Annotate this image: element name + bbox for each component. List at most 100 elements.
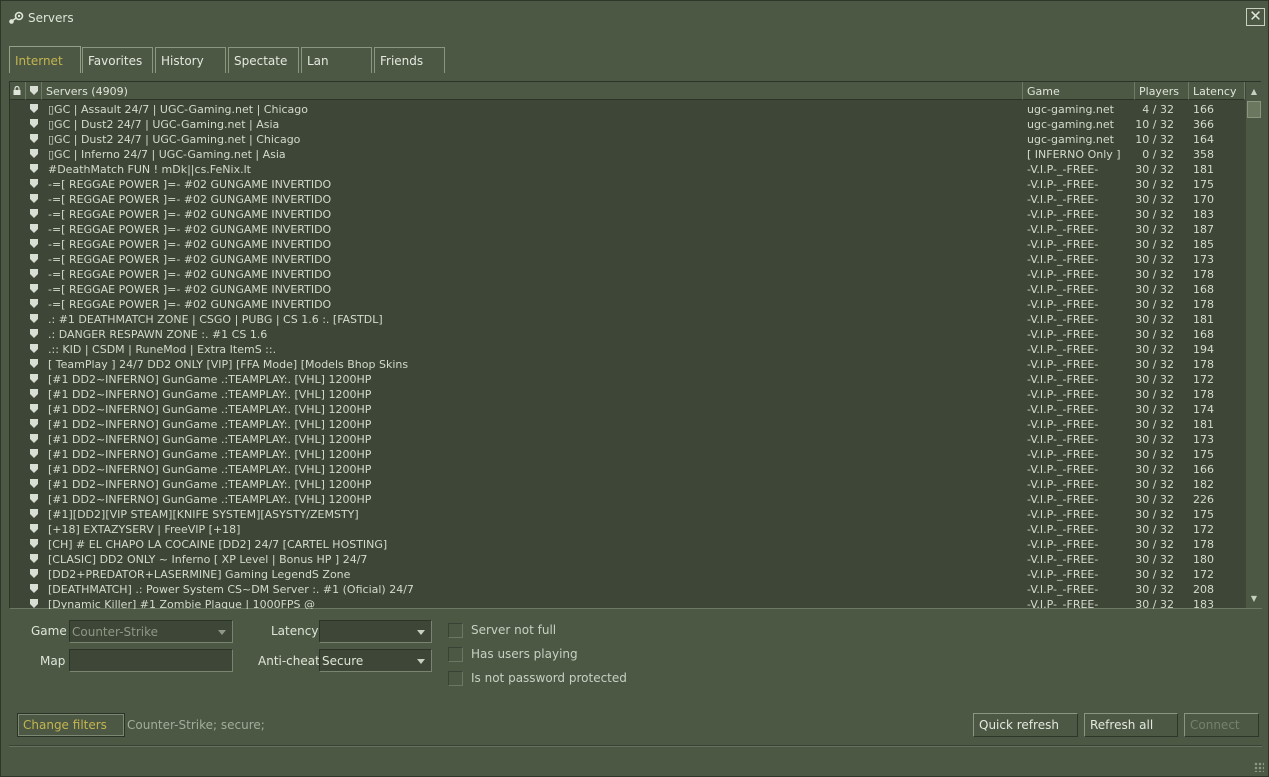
table-row[interactable]: .:: KID | CSDM | RuneMod | Extra ItemS :… — [10, 342, 1245, 357]
shield-icon — [30, 104, 38, 113]
server-name-cell: [CH] # EL CHAPO LA COCAINE [DD2] 24/7 [C… — [48, 538, 388, 551]
scroll-thumb[interactable] — [1247, 101, 1261, 118]
change-filters-button[interactable]: Change filters — [17, 713, 125, 737]
server-name-cell: [DD2+PREDATOR+LASERMINE] Gaming LegendS … — [48, 568, 351, 581]
column-latency[interactable]: Latency — [1189, 82, 1245, 100]
table-row[interactable]: -=[ REGGAE POWER ]=- #02 GUNGAME INVERTI… — [10, 222, 1245, 237]
table-row[interactable]: [#1 DD2~INFERNO] GunGame .:TEAMPLAY:. [V… — [10, 402, 1245, 417]
server-name-cell: -=[ REGGAE POWER ]=- #02 GUNGAME INVERTI… — [48, 208, 332, 221]
game-cell: -V.I.P-_-FREE- — [1027, 283, 1099, 296]
column-password[interactable] — [10, 82, 26, 100]
table-row[interactable]: [#1 DD2~INFERNO] GunGame .:TEAMPLAY:. [V… — [10, 492, 1245, 507]
server-not-full-checkbox[interactable] — [448, 623, 463, 638]
not-password-protected-checkbox[interactable] — [448, 671, 463, 686]
table-row[interactable]: ▯GC | Inferno 24/7 | UGC-Gaming.net | As… — [10, 147, 1245, 162]
latency-cell: 182 — [1193, 478, 1214, 491]
connect-button[interactable]: Connect — [1184, 713, 1259, 737]
table-row[interactable]: [ TeamPlay ] 24/7 DD2 ONLY [VIP] [FFA Mo… — [10, 357, 1245, 372]
table-row[interactable]: -=[ REGGAE POWER ]=- #02 GUNGAME INVERTI… — [10, 192, 1245, 207]
tab-history[interactable]: History — [155, 47, 226, 73]
chevron-down-icon — [417, 659, 425, 664]
scroll-down-arrow-icon[interactable]: ▼ — [1246, 590, 1262, 607]
game-cell: -V.I.P-_-FREE- — [1027, 298, 1099, 311]
chevron-down-icon — [417, 630, 425, 635]
table-row[interactable]: [#1 DD2~INFERNO] GunGame .:TEAMPLAY:. [V… — [10, 432, 1245, 447]
table-row[interactable]: [Dynamic Killer] #1 Zombie Plague | 1000… — [10, 597, 1245, 609]
table-row[interactable]: -=[ REGGAE POWER ]=- #02 GUNGAME INVERTI… — [10, 207, 1245, 222]
server-name-cell: -=[ REGGAE POWER ]=- #02 GUNGAME INVERTI… — [48, 223, 332, 236]
tab-lan[interactable]: Lan — [301, 47, 372, 73]
table-row[interactable]: -=[ REGGAE POWER ]=- #02 GUNGAME INVERTI… — [10, 267, 1245, 282]
latency-cell: 168 — [1193, 283, 1214, 296]
column-players[interactable]: Players — [1135, 82, 1189, 100]
refresh-all-button[interactable]: Refresh all — [1084, 713, 1178, 737]
column-secure[interactable] — [26, 82, 42, 100]
table-row[interactable]: .: #1 DEATHMATCH ZONE | CSGO | PUBG | CS… — [10, 312, 1245, 327]
table-row[interactable]: -=[ REGGAE POWER ]=- #02 GUNGAME INVERTI… — [10, 237, 1245, 252]
table-row[interactable]: [#1 DD2~INFERNO] GunGame .:TEAMPLAY:. [V… — [10, 447, 1245, 462]
map-filter-input[interactable] — [69, 649, 233, 672]
table-row[interactable]: [CLASIC] DD2 ONLY ~ Inferno [ XP Level |… — [10, 552, 1245, 567]
players-cell: 30 / 32 — [1135, 358, 1174, 371]
secure-shield-icon — [30, 598, 40, 609]
column-game[interactable]: Game — [1023, 82, 1135, 100]
latency-cell: 178 — [1193, 538, 1214, 551]
shield-icon — [30, 494, 38, 503]
table-row[interactable]: ▯GC | Dust2 24/7 | UGC-Gaming.net | Asia… — [10, 117, 1245, 132]
table-row[interactable]: -=[ REGGAE POWER ]=- #02 GUNGAME INVERTI… — [10, 297, 1245, 312]
game-cell: -V.I.P-_-FREE- — [1027, 313, 1099, 326]
quick-refresh-button[interactable]: Quick refresh — [973, 713, 1078, 737]
shield-icon — [30, 599, 38, 608]
table-row[interactable]: ▯GC | Assault 24/7 | UGC-Gaming.net | Ch… — [10, 102, 1245, 117]
has-users-playing-checkbox[interactable] — [448, 647, 463, 662]
resize-grip-icon[interactable] — [1254, 762, 1264, 772]
shield-icon — [30, 434, 38, 443]
secure-shield-icon — [30, 418, 40, 431]
tab-spectate[interactable]: Spectate — [228, 47, 299, 73]
players-cell: 30 / 32 — [1135, 583, 1174, 596]
table-row[interactable]: [DD2+PREDATOR+LASERMINE] Gaming LegendS … — [10, 567, 1245, 582]
table-row[interactable]: [#1 DD2~INFERNO] GunGame .:TEAMPLAY:. [V… — [10, 462, 1245, 477]
column-servers[interactable]: Servers (4909) — [42, 82, 1023, 100]
players-cell: 30 / 32 — [1135, 298, 1174, 311]
server-name-cell: [DEATHMATCH] .: Power System CS~DM Serve… — [48, 583, 414, 596]
anticheat-filter-select[interactable]: Secure — [319, 649, 432, 672]
game-cell: -V.I.P-_-FREE- — [1027, 343, 1099, 356]
title-bar[interactable]: Servers ✕ — [1, 1, 1268, 35]
game-cell: -V.I.P-_-FREE- — [1027, 373, 1099, 386]
server-name-cell: [#1 DD2~INFERNO] GunGame .:TEAMPLAY:. [V… — [48, 388, 372, 401]
game-cell: ugc-gaming.net — [1027, 103, 1114, 116]
scroll-up-arrow-icon[interactable]: ▲ — [1246, 83, 1262, 100]
table-row[interactable]: -=[ REGGAE POWER ]=- #02 GUNGAME INVERTI… — [10, 282, 1245, 297]
table-row[interactable]: -=[ REGGAE POWER ]=- #02 GUNGAME INVERTI… — [10, 252, 1245, 267]
latency-cell: 164 — [1193, 133, 1214, 146]
tab-internet[interactable]: Internet — [9, 46, 81, 73]
tab-favorites[interactable]: Favorites — [82, 47, 153, 73]
secure-shield-icon — [30, 313, 40, 326]
close-button[interactable]: ✕ — [1246, 8, 1265, 26]
game-filter-select[interactable]: Counter-Strike — [69, 620, 233, 643]
game-cell: -V.I.P-_-FREE- — [1027, 208, 1099, 221]
table-row[interactable]: [#1 DD2~INFERNO] GunGame .:TEAMPLAY:. [V… — [10, 387, 1245, 402]
latency-cell: 172 — [1193, 523, 1214, 536]
table-row[interactable]: [DEATHMATCH] .: Power System CS~DM Serve… — [10, 582, 1245, 597]
chevron-down-icon — [218, 630, 226, 635]
list-scrollbar[interactable]: ▲ ▼ — [1246, 82, 1262, 608]
table-row[interactable]: .: DANGER RESPAWN ZONE :. #1 CS 1.6 -V.I.… — [10, 327, 1245, 342]
game-cell: -V.I.P-_-FREE- — [1027, 193, 1099, 206]
table-row[interactable]: [#1][DD2][VIP STEAM][KNIFE SYSTEM][ASYST… — [10, 507, 1245, 522]
table-row[interactable]: #DeathMatch FUN ! mDk||cs.FeNix.lt -V.I.P… — [10, 162, 1245, 177]
table-row[interactable]: [#1 DD2~INFERNO] GunGame .:TEAMPLAY:. [V… — [10, 372, 1245, 387]
table-row[interactable]: [#1 DD2~INFERNO] GunGame .:TEAMPLAY:. [V… — [10, 477, 1245, 492]
table-row[interactable]: [+18] EXTAZYSERV | FreeVIP [+18] -V.I.P-_… — [10, 522, 1245, 537]
table-row[interactable]: ▯GC | Dust2 24/7 | UGC-Gaming.net | Chic… — [10, 132, 1245, 147]
table-row[interactable]: -=[ REGGAE POWER ]=- #02 GUNGAME INVERTI… — [10, 177, 1245, 192]
players-cell: 30 / 32 — [1135, 598, 1174, 609]
players-cell: 30 / 32 — [1135, 568, 1174, 581]
shield-icon — [30, 329, 38, 338]
table-row[interactable]: [CH] # EL CHAPO LA COCAINE [DD2] 24/7 [C… — [10, 537, 1245, 552]
shield-icon — [30, 389, 38, 398]
tab-friends[interactable]: Friends — [374, 47, 445, 73]
latency-filter-select[interactable] — [319, 620, 432, 643]
table-row[interactable]: [#1 DD2~INFERNO] GunGame .:TEAMPLAY:. [V… — [10, 417, 1245, 432]
